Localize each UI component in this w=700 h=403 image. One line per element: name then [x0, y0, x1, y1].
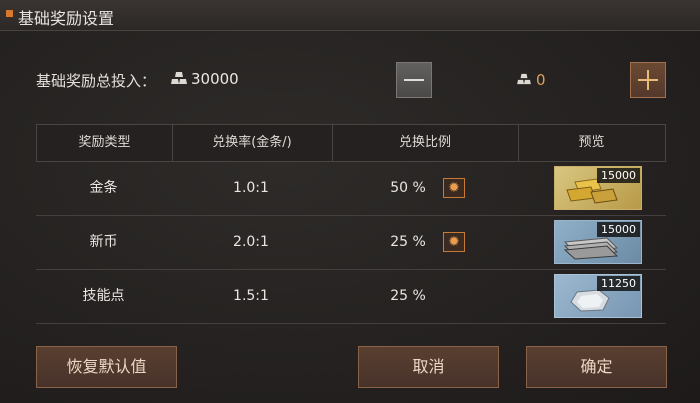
cancel-button[interactable]: 取消: [358, 346, 499, 388]
increase-button[interactable]: [630, 62, 666, 98]
exchange-ratio: 25 %: [390, 234, 426, 250]
table-row: 金条 1.0:1 50 % ✹ 15000: [36, 162, 666, 216]
total-investment-value: 30000: [191, 70, 239, 88]
reward-preview[interactable]: 15000: [554, 166, 642, 210]
exchange-ratio: 25 %: [390, 288, 426, 304]
reward-type: 新币: [89, 234, 118, 250]
exchange-rate: 1.0:1: [233, 180, 269, 196]
decrease-button[interactable]: [396, 62, 432, 98]
exchange-ratio: 50 %: [390, 180, 426, 196]
exchange-rate: 2.0:1: [233, 234, 269, 250]
header-reward-type: 奖励类型: [78, 135, 131, 150]
preview-count: 15000: [597, 222, 640, 237]
reward-table: 奖励类型 兑换率(金条/) 兑换比例 预览 金条 1.0:1 50 % ✹ 15…: [36, 124, 666, 324]
title-marker: [6, 10, 13, 17]
window-title: 基础奖励设置: [18, 9, 115, 28]
gold-bars-icon: [171, 72, 187, 84]
adjust-amount-value: 0: [536, 71, 546, 89]
preview-count: 11250: [597, 276, 640, 291]
reward-preview[interactable]: 15000: [554, 220, 642, 264]
title-bar: 基础奖励设置: [0, 0, 700, 31]
gold-bars-icon: [517, 73, 531, 85]
table-row: 新币 2.0:1 25 % ✹ 15000: [36, 216, 666, 270]
total-investment-label: 基础奖励总投入：: [36, 72, 157, 90]
reward-type: 技能点: [82, 288, 125, 304]
header-exchange-ratio: 兑换比例: [398, 135, 451, 150]
confirm-button[interactable]: 确定: [526, 346, 667, 388]
header-exchange-rate: 兑换率(金条/): [212, 135, 292, 150]
reward-type: 金条: [89, 180, 118, 196]
preview-count: 15000: [597, 168, 640, 183]
minus-icon: [404, 79, 424, 81]
settings-gear-icon[interactable]: ✹: [443, 232, 465, 252]
table-row: 技能点 1.5:1 25 % 11250: [36, 270, 666, 324]
settings-gear-icon[interactable]: ✹: [443, 178, 465, 198]
header-preview: 预览: [578, 135, 605, 150]
reward-preview[interactable]: 11250: [554, 274, 642, 318]
table-header: 奖励类型 兑换率(金条/) 兑换比例 预览: [36, 124, 666, 162]
restore-defaults-button[interactable]: 恢复默认值: [36, 346, 177, 388]
exchange-rate: 1.5:1: [233, 288, 269, 304]
